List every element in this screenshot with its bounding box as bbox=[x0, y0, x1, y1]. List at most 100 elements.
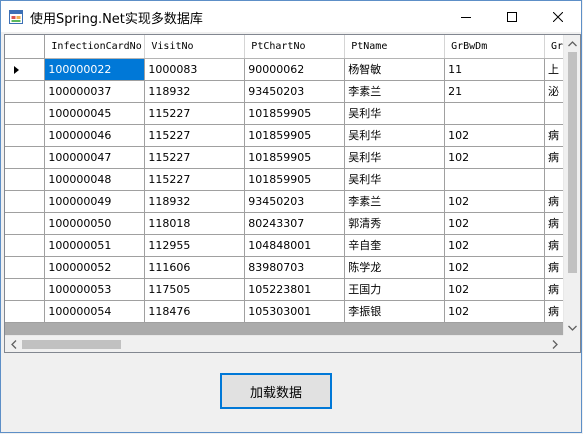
table-row[interactable]: 100000049 118932 93450203 李素兰 102 病 bbox=[5, 190, 580, 213]
table-row[interactable]: 100000051 112955 104848001 辛自奎 102 病 bbox=[5, 234, 580, 257]
grid-cell[interactable]: 吴利华 bbox=[344, 146, 446, 169]
row-header[interactable] bbox=[5, 256, 46, 279]
grid-cell[interactable] bbox=[444, 168, 545, 191]
grid-cell[interactable]: 115227 bbox=[144, 102, 246, 125]
grid-cell[interactable]: 93450203 bbox=[244, 80, 346, 103]
grid-cell[interactable]: 101859905 bbox=[244, 124, 346, 147]
grid-cell[interactable]: 102 bbox=[444, 190, 545, 213]
grid-cell[interactable]: 100000047 bbox=[44, 146, 146, 169]
scroll-right-button[interactable] bbox=[546, 336, 563, 352]
grid-cell[interactable]: 100000053 bbox=[44, 278, 146, 301]
grid-cell[interactable]: 王国力 bbox=[344, 278, 446, 301]
column-header[interactable]: VisitNo bbox=[144, 35, 246, 59]
row-header[interactable] bbox=[5, 212, 46, 235]
table-row[interactable]: 100000050 118018 80243307 郭清秀 102 病 bbox=[5, 212, 580, 235]
grid-cell[interactable]: 101859905 bbox=[244, 102, 346, 125]
grid-cell[interactable]: 118932 bbox=[144, 190, 246, 213]
grid-cell[interactable]: 111606 bbox=[144, 256, 246, 279]
grid-cell[interactable]: 117505 bbox=[144, 278, 246, 301]
row-header[interactable] bbox=[5, 80, 46, 103]
grid-cell[interactable]: 100000049 bbox=[44, 190, 146, 213]
maximize-button[interactable] bbox=[489, 1, 535, 32]
grid-cell[interactable]: 100000051 bbox=[44, 234, 146, 257]
scroll-left-button[interactable] bbox=[5, 336, 22, 352]
grid-cell[interactable]: 李素兰 bbox=[344, 190, 446, 213]
table-row[interactable]: 100000045 115227 101859905 吴利华 bbox=[5, 102, 580, 125]
grid-cell[interactable]: 102 bbox=[444, 124, 545, 147]
data-grid[interactable]: InfectionCardNo VisitNo PtChartNo PtName… bbox=[4, 34, 581, 353]
row-header[interactable] bbox=[5, 190, 46, 213]
table-row[interactable]: 100000037 118932 93450203 李素兰 21 泌 bbox=[5, 80, 580, 103]
grid-cell[interactable]: 83980703 bbox=[244, 256, 346, 279]
minimize-button[interactable] bbox=[443, 1, 489, 32]
grid-cell[interactable]: 100000048 bbox=[44, 168, 146, 191]
grid-corner-header[interactable] bbox=[5, 35, 46, 59]
row-header[interactable] bbox=[5, 58, 46, 81]
grid-cell[interactable]: 21 bbox=[444, 80, 545, 103]
row-header[interactable] bbox=[5, 146, 46, 169]
grid-cell[interactable] bbox=[444, 102, 545, 125]
column-header[interactable]: InfectionCardNo bbox=[44, 35, 146, 59]
grid-cell[interactable]: 115227 bbox=[144, 168, 246, 191]
grid-cell[interactable]: 杨智敏 bbox=[344, 58, 446, 81]
grid-cell[interactable]: 101859905 bbox=[244, 168, 346, 191]
grid-cell[interactable]: 11 bbox=[444, 58, 545, 81]
grid-cell[interactable]: 118932 bbox=[144, 80, 246, 103]
grid-cell[interactable]: 102 bbox=[444, 212, 545, 235]
table-row[interactable]: 100000052 111606 83980703 陈学龙 102 病 bbox=[5, 256, 580, 279]
grid-cell[interactable]: 辛自奎 bbox=[344, 234, 446, 257]
table-row[interactable]: 100000054 118476 105303001 李振银 102 病 bbox=[5, 300, 580, 323]
row-header[interactable] bbox=[5, 278, 46, 301]
grid-cell[interactable]: 100000054 bbox=[44, 300, 146, 323]
row-header[interactable] bbox=[5, 124, 46, 147]
column-header[interactable]: PtChartNo bbox=[244, 35, 346, 59]
grid-cell[interactable]: 102 bbox=[444, 278, 545, 301]
grid-cell[interactable]: 100000052 bbox=[44, 256, 146, 279]
grid-cell[interactable]: 102 bbox=[444, 146, 545, 169]
title-bar[interactable]: 使用Spring.Net实现多数据库 bbox=[1, 1, 581, 32]
grid-cell[interactable]: 115227 bbox=[144, 124, 246, 147]
grid-cell[interactable]: 100000050 bbox=[44, 212, 146, 235]
grid-cell[interactable]: 102 bbox=[444, 256, 545, 279]
grid-cell[interactable]: 118018 bbox=[144, 212, 246, 235]
row-header[interactable] bbox=[5, 234, 46, 257]
grid-cell[interactable]: 80243307 bbox=[244, 212, 346, 235]
grid-cell[interactable]: 102 bbox=[444, 234, 545, 257]
row-header[interactable] bbox=[5, 102, 46, 125]
grid-cell[interactable]: 100000046 bbox=[44, 124, 146, 147]
table-row[interactable]: 100000048 115227 101859905 吴利华 bbox=[5, 168, 580, 191]
grid-cell[interactable]: 100000037 bbox=[44, 80, 146, 103]
table-row[interactable]: 100000046 115227 101859905 吴利华 102 病 bbox=[5, 124, 580, 147]
column-header[interactable]: GrBwDm bbox=[444, 35, 545, 59]
horizontal-scroll-thumb[interactable] bbox=[22, 340, 121, 349]
grid-cell[interactable]: 100000022 bbox=[44, 58, 146, 81]
grid-cell[interactable]: 118476 bbox=[144, 300, 246, 323]
grid-cell[interactable]: 93450203 bbox=[244, 190, 346, 213]
grid-cell[interactable]: 郭清秀 bbox=[344, 212, 446, 235]
grid-cell[interactable]: 100000045 bbox=[44, 102, 146, 125]
grid-cell[interactable]: 陈学龙 bbox=[344, 256, 446, 279]
grid-cell[interactable]: 吴利华 bbox=[344, 168, 446, 191]
grid-cell[interactable]: 104848001 bbox=[244, 234, 346, 257]
grid-cell[interactable]: 李振银 bbox=[344, 300, 446, 323]
horizontal-scrollbar[interactable] bbox=[5, 335, 563, 352]
grid-cell[interactable]: 105303001 bbox=[244, 300, 346, 323]
vertical-scrollbar[interactable] bbox=[563, 35, 580, 336]
grid-cell[interactable]: 吴利华 bbox=[344, 102, 446, 125]
load-data-button[interactable]: 加载数据 bbox=[220, 373, 332, 409]
grid-cell[interactable]: 1000083 bbox=[144, 58, 246, 81]
grid-cell[interactable]: 105223801 bbox=[244, 278, 346, 301]
grid-cell[interactable]: 101859905 bbox=[244, 146, 346, 169]
grid-cell[interactable]: 115227 bbox=[144, 146, 246, 169]
table-row[interactable]: 100000022 1000083 90000062 杨智敏 11 上 bbox=[5, 58, 580, 81]
table-row[interactable]: 100000053 117505 105223801 王国力 102 病 bbox=[5, 278, 580, 301]
grid-cell[interactable]: 李素兰 bbox=[344, 80, 446, 103]
scroll-down-button[interactable] bbox=[564, 319, 580, 336]
grid-cell[interactable]: 吴利华 bbox=[344, 124, 446, 147]
column-header[interactable]: PtName bbox=[344, 35, 446, 59]
vertical-scroll-thumb[interactable] bbox=[568, 52, 577, 273]
row-header[interactable] bbox=[5, 168, 46, 191]
grid-cell[interactable]: 90000062 bbox=[244, 58, 346, 81]
row-header[interactable] bbox=[5, 300, 46, 323]
scroll-up-button[interactable] bbox=[564, 35, 580, 52]
